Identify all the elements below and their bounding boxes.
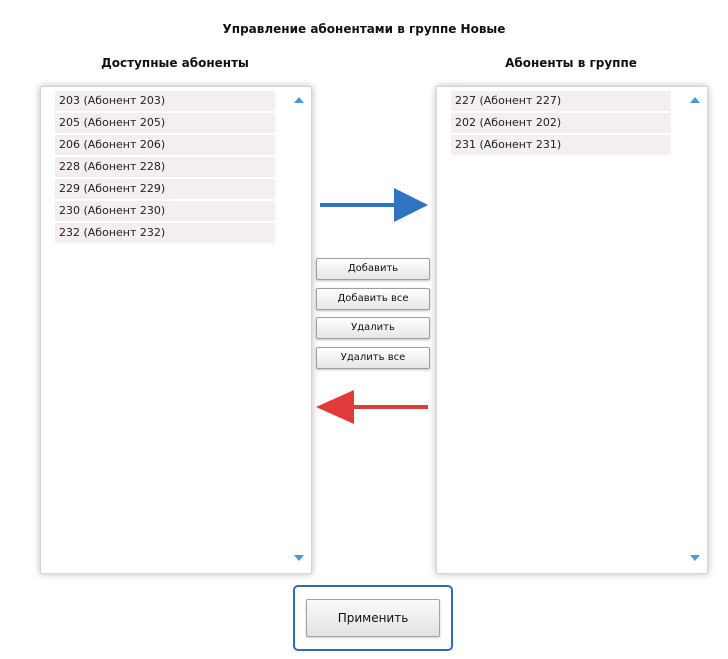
list-item[interactable]: 229 (Абонент 229) xyxy=(55,179,275,199)
apply-focus-ring: Применить xyxy=(293,585,453,651)
list-item[interactable]: 205 (Абонент 205) xyxy=(55,113,275,133)
add-all-button[interactable]: Добавить все xyxy=(316,288,430,310)
remove-all-button[interactable]: Удалить все xyxy=(316,347,430,369)
scroll-down-icon[interactable] xyxy=(690,555,700,561)
available-list[interactable]: 203 (Абонент 203) 205 (Абонент 205) 206 … xyxy=(40,86,312,574)
list-item[interactable]: 231 (Абонент 231) xyxy=(451,135,671,155)
arrow-right-icon xyxy=(320,188,428,222)
in-group-list[interactable]: 227 (Абонент 227) 202 (Абонент 202) 231 … xyxy=(436,86,708,574)
scroll-up-icon[interactable] xyxy=(294,97,304,103)
list-item[interactable]: 228 (Абонент 228) xyxy=(55,157,275,177)
scroll-up-icon[interactable] xyxy=(690,97,700,103)
in-group-heading: Абоненты в группе xyxy=(505,56,637,70)
list-item[interactable]: 202 (Абонент 202) xyxy=(451,113,671,133)
apply-button[interactable]: Применить xyxy=(306,599,440,637)
list-item[interactable]: 232 (Абонент 232) xyxy=(55,223,275,243)
remove-button[interactable]: Удалить xyxy=(316,317,430,339)
scroll-down-icon[interactable] xyxy=(294,555,304,561)
arrow-left-icon xyxy=(316,390,428,424)
dialog-title: Управление абонентами в группе Новые xyxy=(222,22,506,36)
list-item[interactable]: 227 (Абонент 227) xyxy=(451,91,671,111)
available-heading: Доступные абоненты xyxy=(101,56,249,70)
list-item[interactable]: 203 (Абонент 203) xyxy=(55,91,275,111)
available-scrollbar[interactable] xyxy=(289,87,311,573)
list-item[interactable]: 230 (Абонент 230) xyxy=(55,201,275,221)
in-group-scrollbar[interactable] xyxy=(685,87,707,573)
add-button[interactable]: Добавить xyxy=(316,258,430,280)
list-item[interactable]: 206 (Абонент 206) xyxy=(55,135,275,155)
